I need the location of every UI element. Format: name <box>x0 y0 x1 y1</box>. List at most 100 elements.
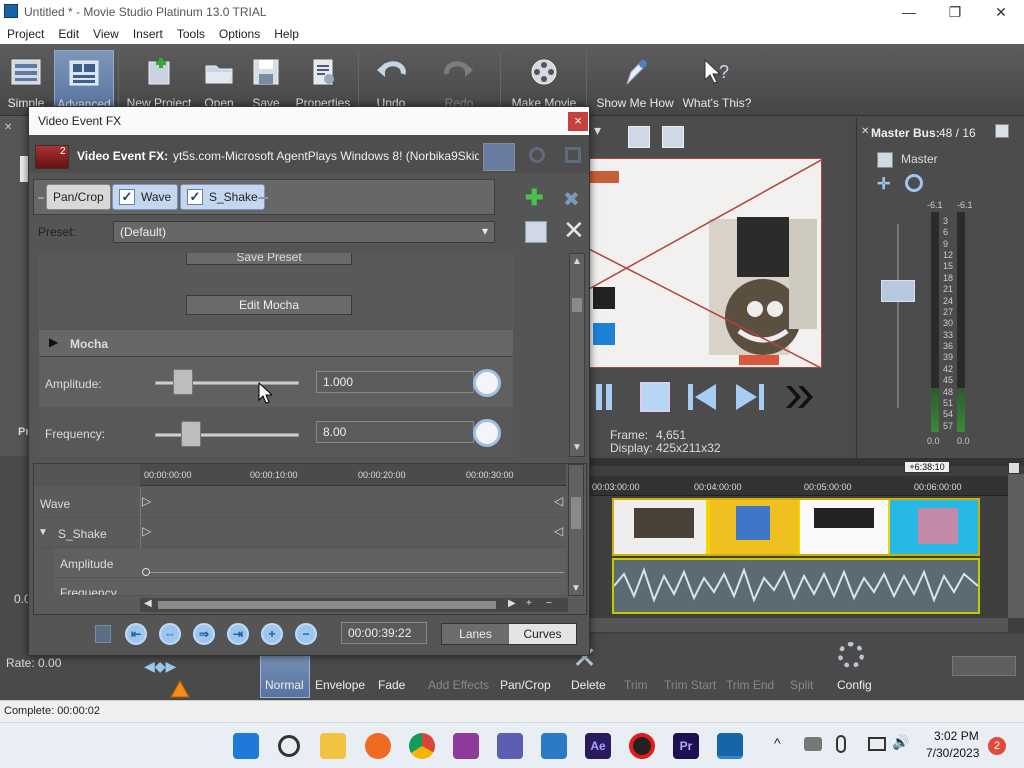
menu-view[interactable]: View <box>86 24 126 44</box>
open-button[interactable]: Open <box>198 50 240 112</box>
kf-scroll-left-icon[interactable]: ◀ <box>144 598 152 609</box>
amplitude-keyframe-clock-icon[interactable] <box>473 369 501 397</box>
preset-select[interactable]: (Default) ▾ <box>113 221 495 243</box>
kf-track-amplitude[interactable]: Amplitude <box>54 548 566 578</box>
fx-bypass-icon[interactable] <box>529 147 545 163</box>
trim-end-button-label[interactable]: Trim End <box>726 678 774 692</box>
chain-item-pan-crop[interactable]: Pan/Crop <box>46 184 111 210</box>
menu-tools[interactable]: Tools <box>170 24 212 44</box>
scroll-thumb[interactable] <box>572 298 582 312</box>
split-button-label[interactable]: Split <box>790 678 813 692</box>
maximize-button[interactable]: ❐ <box>932 0 978 24</box>
search-icon[interactable] <box>278 735 300 757</box>
envelope-button-label[interactable]: Envelope <box>315 678 365 692</box>
kf-scroll-right-icon[interactable]: ▶ <box>508 598 516 609</box>
settings-scrollbar[interactable]: ▲ ▼ <box>569 253 585 457</box>
onedrive-icon[interactable] <box>804 737 822 751</box>
next-frame-button[interactable] <box>734 382 768 412</box>
clock-time[interactable]: 3:02 PM <box>934 729 979 743</box>
keyframe-end-icon[interactable]: ◁ <box>554 524 563 538</box>
edit-mocha-button[interactable]: Edit Mocha <box>186 295 352 315</box>
checkbox-icon[interactable]: ✓ <box>119 189 135 205</box>
next-keyframe-button[interactable]: ⇒ <box>193 623 215 645</box>
dialog-close-button[interactable]: × <box>568 112 588 131</box>
show-me-how-button[interactable]: Show Me How <box>594 50 676 112</box>
fast-forward-button[interactable] <box>784 384 816 410</box>
kf-zoom-in-icon[interactable]: + <box>526 598 532 609</box>
kf-scroll-down-icon[interactable]: ▼ <box>571 583 581 594</box>
advanced-mode-button[interactable]: Advanced <box>54 50 114 112</box>
menu-project[interactable]: Project <box>0 24 51 44</box>
winrar-icon[interactable] <box>453 733 479 759</box>
frequency-slider-track[interactable] <box>155 433 299 437</box>
fx-chain-toggle-icon[interactable] <box>483 143 515 171</box>
zoom-slider[interactable] <box>952 656 1016 676</box>
kf-track-s-shake[interactable]: ▼ S_Shake ▷ ◁ <box>34 518 566 548</box>
kf-track-frequency[interactable]: Frequency <box>54 578 566 596</box>
start-icon[interactable] <box>233 733 259 759</box>
chrome-icon[interactable] <box>409 733 435 759</box>
timeline-marker-icon[interactable] <box>1008 462 1020 474</box>
kf-hscroll-thumb[interactable] <box>158 601 496 609</box>
mocha-section-header[interactable]: ▶ Mocha <box>39 329 513 357</box>
movie-studio-taskbar-icon[interactable] <box>717 733 743 759</box>
previous-frame-button[interactable] <box>686 382 720 412</box>
fx-plugin-icon[interactable] <box>565 147 581 163</box>
clock-date[interactable]: 7/30/2023 <box>926 746 979 760</box>
master-close-icon[interactable]: ✕ <box>861 126 869 137</box>
kf-hscroll[interactable]: ◀ ▶ + − <box>140 598 568 612</box>
trim-start-button-label[interactable]: Trim Start <box>664 678 716 692</box>
first-keyframe-button[interactable]: ⇤ <box>125 623 147 645</box>
new-project-button[interactable]: New Project <box>126 50 192 112</box>
lanes-tab[interactable]: Lanes <box>442 624 509 644</box>
delete-button-label[interactable]: Delete <box>571 678 606 692</box>
trim-button-label[interactable]: Trim <box>624 678 648 692</box>
undo-button[interactable]: Undo <box>368 50 414 112</box>
microphone-icon[interactable] <box>836 735 846 753</box>
notepad-icon[interactable] <box>541 733 567 759</box>
keyframe-dot-icon[interactable] <box>142 568 150 576</box>
file-explorer-icon[interactable] <box>320 733 346 759</box>
notification-badge[interactable]: 2 <box>988 737 1006 755</box>
pane-close-icon[interactable]: ✕ <box>4 122 14 133</box>
master-fx-icon[interactable]: ✛ <box>877 174 890 194</box>
kf-vscroll-thumb[interactable] <box>571 497 581 529</box>
kf-zoom-out-icon[interactable]: − <box>546 598 552 609</box>
sync-cursor-icon[interactable] <box>95 625 111 643</box>
master-mute-icon[interactable] <box>905 174 923 192</box>
last-keyframe-button[interactable]: ⇥ <box>227 623 249 645</box>
copy-snapshot-icon[interactable] <box>628 126 650 148</box>
collapse-triangle-icon[interactable]: ▼ <box>38 527 48 538</box>
amplitude-slider-thumb[interactable] <box>173 369 193 395</box>
kf-track-wave[interactable]: Wave ▷ ◁ <box>34 488 566 518</box>
save-snapshot-icon[interactable] <box>662 126 684 148</box>
close-window-button[interactable]: ✕ <box>978 0 1024 24</box>
master-bus-icon[interactable] <box>877 152 893 168</box>
pan-crop-button-label[interactable]: Pan/Crop <box>500 678 551 692</box>
remove-fx-icon[interactable]: ✖ <box>563 187 580 212</box>
master-properties-icon[interactable] <box>995 124 1009 138</box>
keyframe-marker-icon[interactable]: ▷ <box>142 524 151 538</box>
save-preset-icon[interactable] <box>525 221 547 243</box>
keyframe-marker-icon[interactable]: ▷ <box>142 494 151 508</box>
add-effects-button-label[interactable]: Add Effects <box>428 678 489 692</box>
premiere-icon[interactable]: Pr <box>673 733 699 759</box>
checkbox-icon[interactable]: ✓ <box>187 189 203 205</box>
save-button[interactable]: Save <box>248 50 284 112</box>
config-gear-icon[interactable] <box>838 642 864 668</box>
rate-marker-icon[interactable] <box>170 680 190 698</box>
whats-this-button[interactable]: ? What's This? <box>682 50 752 112</box>
frequency-slider-thumb[interactable] <box>181 421 201 447</box>
frequency-keyframe-clock-icon[interactable] <box>473 419 501 447</box>
chain-item-s-shake[interactable]: ✓ S_Shake <box>180 184 265 210</box>
pause-button[interactable] <box>596 384 612 410</box>
simple-mode-button[interactable]: Simple <box>4 50 48 112</box>
config-button-label[interactable]: Config <box>837 678 872 692</box>
timeline-hscroll[interactable] <box>588 618 1008 632</box>
fade-button-label[interactable]: Fade <box>378 678 405 692</box>
rate-arrows-icon[interactable]: ◀◆▶ <box>144 658 176 675</box>
add-fx-icon[interactable]: ✚ <box>525 185 543 211</box>
make-movie-button[interactable]: Make Movie <box>508 50 580 112</box>
save-preset-button[interactable]: Save Preset <box>186 253 352 265</box>
minimize-button[interactable]: — <box>886 0 932 24</box>
